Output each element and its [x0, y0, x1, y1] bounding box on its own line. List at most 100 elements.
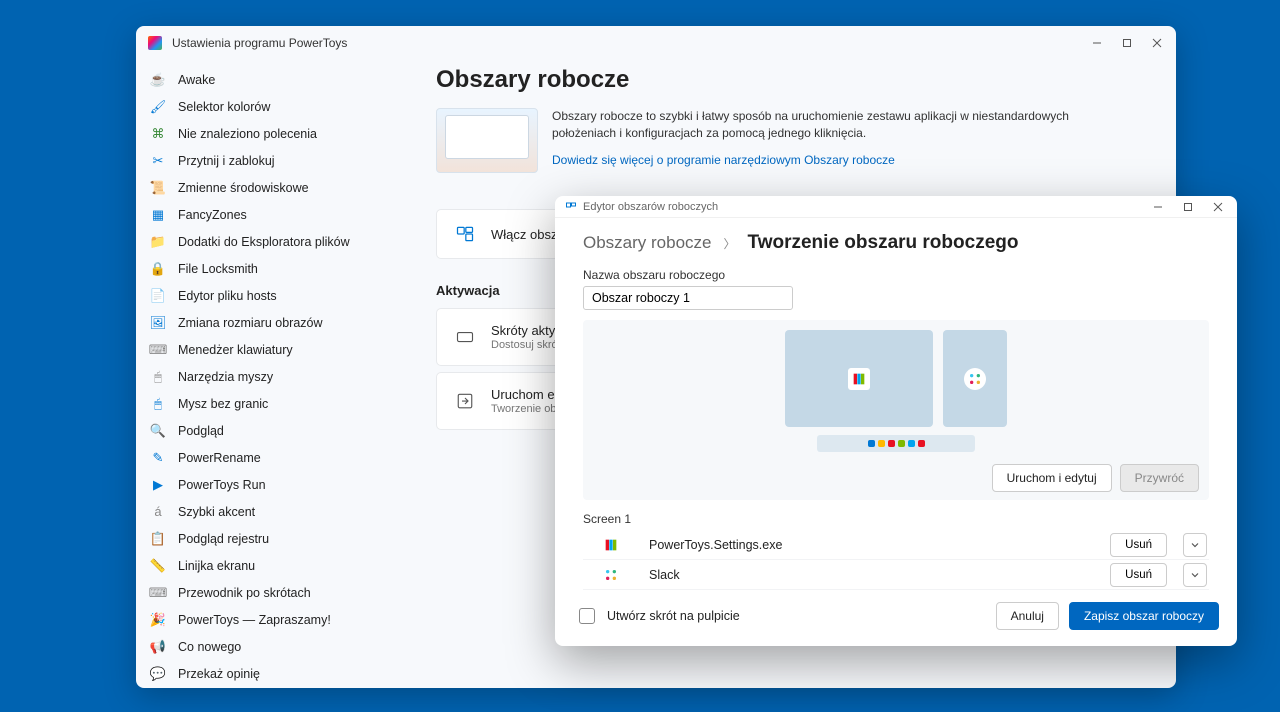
sidebar-item-label: Zmiana rozmiaru obrazów	[178, 316, 323, 330]
sidebar-item[interactable]: 📜Zmienne środowiskowe	[136, 174, 415, 201]
settings-titlebar: Ustawienia programu PowerToys	[136, 26, 1176, 60]
sidebar-item[interactable]: ✂ Przytnij i zablokuj	[136, 147, 415, 174]
sidebar-item[interactable]: ▶ PowerToys Run	[136, 471, 415, 498]
sidebar-item-icon: ☕	[150, 72, 166, 88]
close-button[interactable]	[1142, 29, 1172, 57]
feature-description: Obszary robocze to szybki i łatwy sposób…	[552, 108, 1136, 143]
sidebar-item-label: Awake	[178, 73, 215, 87]
save-workspace-button[interactable]: Zapisz obszar roboczy	[1069, 602, 1219, 630]
sidebar-item-label: Edytor pliku hosts	[178, 289, 277, 303]
editor-close-button[interactable]	[1203, 196, 1233, 221]
sidebar-item-icon: ⌘	[150, 126, 166, 142]
sidebar-item-label: PowerToys Run	[178, 478, 266, 492]
sidebar-item-icon: 📄	[150, 288, 166, 304]
workspace-name-input[interactable]	[583, 286, 793, 310]
editor-footer: Utwórz skrót na pulpicie Anuluj Zapisz o…	[555, 590, 1237, 646]
sidebar-item-icon: 📋	[150, 531, 166, 547]
sidebar: ☕ Awake 🖌Selektor kolorów⌘Nie znaleziono p…	[136, 60, 416, 688]
sidebar-item-icon: 📜	[150, 180, 166, 196]
sidebar-item[interactable]: 🖼 Zmiana rozmiaru obrazów	[136, 309, 415, 336]
sidebar-item-label: Przewodnik po skrótach	[178, 586, 311, 600]
sidebar-item-label: Przytnij i zablokuj	[178, 154, 275, 168]
sidebar-item-icon: 💬	[150, 666, 166, 682]
window-title: Ustawienia programu PowerToys	[172, 36, 1082, 50]
sidebar-item-icon: 🖌	[150, 99, 166, 115]
sidebar-item[interactable]: ⌘Nie znaleziono polecenia	[136, 120, 415, 147]
launch-icon	[455, 391, 475, 411]
preview-screen-2[interactable]	[943, 330, 1007, 427]
sidebar-item-label: Dodatki do Eksploratora plików	[178, 235, 350, 249]
sidebar-item[interactable]: 🖱Narzędzia myszy	[136, 363, 415, 390]
sidebar-item[interactable]: 📄 Edytor pliku hosts	[136, 282, 415, 309]
powertoys-icon	[148, 36, 162, 50]
window-controls	[1082, 29, 1172, 57]
sidebar-item-icon: ▦	[150, 207, 166, 223]
sidebar-item-icon: 🎉	[150, 612, 166, 628]
sidebar-item-icon: 📁	[150, 234, 166, 250]
maximize-button[interactable]	[1112, 29, 1142, 57]
preview-taskbar	[817, 435, 975, 452]
remove-app-button[interactable]: Usuń	[1110, 533, 1167, 557]
editor-maximize-button[interactable]	[1173, 196, 1203, 221]
sidebar-item-icon: ▶	[150, 477, 166, 493]
preview-screen-1[interactable]	[785, 330, 933, 427]
page-title: Obszary robocze	[436, 66, 1136, 94]
name-field-label: Nazwa obszaru roboczego	[583, 268, 1209, 282]
expand-app-button[interactable]	[1183, 563, 1207, 587]
breadcrumb-root[interactable]: Obszary robocze	[583, 233, 712, 253]
launch-and-edit-button[interactable]: Uruchom i edytuj	[992, 464, 1112, 492]
sidebar-item-icon: ✂	[150, 153, 166, 169]
sidebar-item[interactable]: ▦ FancyZones	[136, 201, 415, 228]
breadcrumb: Obszary robocze 〉 Tworzenie obszaru robo…	[583, 232, 1209, 254]
preview-area: Uruchom i edytuj Przywróć	[583, 320, 1209, 500]
sidebar-item-label: PowerToys — Zapraszamy!	[178, 613, 331, 627]
sidebar-item[interactable]: 📋Podgląd rejestru	[136, 525, 415, 552]
sidebar-item[interactable]: 📢Co nowego	[136, 633, 415, 660]
sidebar-item-icon: 🔒	[150, 261, 166, 277]
desktop-shortcut-checkbox[interactable]	[579, 608, 595, 624]
chevron-right-icon: 〉	[724, 235, 736, 252]
sidebar-item[interactable]: 💬 Przekaż opinię	[136, 660, 415, 687]
editor-window-title: Edytor obszarów roboczych	[583, 201, 1143, 213]
sidebar-item[interactable]: 🖱Mysz bez granic	[136, 390, 415, 417]
cancel-button[interactable]: Anuluj	[996, 602, 1059, 630]
learn-more-link[interactable]: Dowiedz się więcej o programie narzędzio…	[552, 153, 895, 167]
sidebar-item-icon: 🖱	[150, 396, 166, 412]
sidebar-item-icon: 🖼	[150, 315, 166, 331]
sidebar-item-label: FancyZones	[178, 208, 247, 222]
sidebar-item-icon: ⌨	[150, 585, 166, 601]
sidebar-item[interactable]: ☕ Awake	[136, 66, 415, 93]
expand-app-button[interactable]	[1183, 533, 1207, 557]
breadcrumb-current: Tworzenie obszaru roboczego	[748, 232, 1019, 254]
sidebar-item-icon: 📏	[150, 558, 166, 574]
sidebar-item-label: Przekaż opinię	[178, 667, 260, 681]
sidebar-item[interactable]: 📁 Dodatki do Eksploratora plików	[136, 228, 415, 255]
remove-app-button[interactable]: Usuń	[1110, 563, 1167, 587]
minimize-button[interactable]	[1082, 29, 1112, 57]
slack-app-icon	[603, 567, 619, 583]
sidebar-item[interactable]: 🖌Selektor kolorów	[136, 93, 415, 120]
restore-button[interactable]: Przywróć	[1120, 464, 1199, 492]
sidebar-item[interactable]: 🔍Podgląd	[136, 417, 415, 444]
sidebar-item-icon: ✎	[150, 450, 166, 466]
sidebar-item[interactable]: 🔒 File Locksmith	[136, 255, 415, 282]
sidebar-item[interactable]: ✎ PowerRename	[136, 444, 415, 471]
sidebar-item[interactable]: á Szybki akcent	[136, 498, 415, 525]
editor-titlebar: Edytor obszarów roboczych	[555, 196, 1237, 218]
sidebar-item-icon: 📢	[150, 639, 166, 655]
sidebar-item-label: Linijka ekranu	[178, 559, 255, 573]
sidebar-item-icon: á	[150, 504, 166, 520]
editor-app-icon	[565, 201, 577, 213]
powertoys-app-icon	[848, 368, 870, 390]
editor-minimize-button[interactable]	[1143, 196, 1173, 221]
sidebar-item[interactable]: ⌨ Przewodnik po skrótach	[136, 579, 415, 606]
sidebar-item-label: Podgląd	[178, 424, 224, 438]
sidebar-item[interactable]: 📏 Linijka ekranu	[136, 552, 415, 579]
sidebar-item-label: PowerRename	[178, 451, 261, 465]
sidebar-item-label: File Locksmith	[178, 262, 258, 276]
sidebar-item-label: Szybki akcent	[178, 505, 255, 519]
sidebar-item-label: Menedżer klawiatury	[178, 343, 293, 357]
sidebar-item[interactable]: ⌨Menedżer klawiatury	[136, 336, 415, 363]
sidebar-item[interactable]: 🎉 PowerToys — Zapraszamy!	[136, 606, 415, 633]
keyboard-icon	[455, 327, 475, 347]
